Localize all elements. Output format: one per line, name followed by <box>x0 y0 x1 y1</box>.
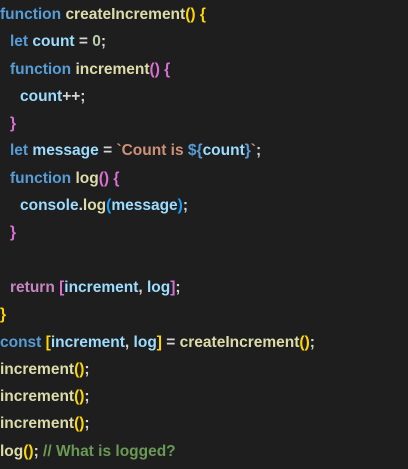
code-token: const <box>0 333 42 351</box>
code-token: count <box>32 33 75 51</box>
code-line: const [increment, log] = createIncrement… <box>0 329 408 356</box>
code-token: let <box>10 142 29 160</box>
code-line: } <box>0 219 408 246</box>
code-token: ; <box>84 388 90 406</box>
code-token: function <box>0 6 62 23</box>
code-line: increment(); <box>0 410 408 437</box>
code-token: ; <box>100 33 107 51</box>
code-line: function createIncrement() { <box>0 1 408 28</box>
code-token: 0 <box>92 33 101 51</box>
code-token: () <box>74 388 85 406</box>
code-token: return <box>10 278 55 296</box>
code-token: ; <box>84 415 90 433</box>
code-token: = <box>161 333 180 351</box>
code-line: } <box>0 110 408 137</box>
code-line: count++; <box>0 83 408 110</box>
code-line: } <box>0 301 408 328</box>
code-token: createIncrement <box>179 333 300 351</box>
code-token: () { <box>149 60 171 78</box>
code-token: ; <box>84 360 90 378</box>
code-token: = <box>74 33 93 51</box>
code-token: ; <box>255 142 262 160</box>
code-token: increment <box>0 415 75 433</box>
code-token: // What is logged? <box>43 442 176 460</box>
code-token: () { <box>98 169 120 187</box>
code-token: increment <box>0 388 75 406</box>
code-token: message <box>111 197 178 215</box>
code-token: () <box>74 360 85 378</box>
code-token: log <box>75 169 99 187</box>
code-line: function increment() { <box>0 56 408 83</box>
code-token: } <box>10 115 17 133</box>
code-token: () <box>299 333 310 351</box>
code-token: `Count is <box>116 142 188 160</box>
code-line: return [increment, log]; <box>0 274 408 301</box>
code-token: message <box>32 142 99 160</box>
code-token: count <box>20 87 63 105</box>
code-line: increment(); <box>0 383 408 410</box>
code-token: ++; <box>62 87 86 105</box>
code-token: function <box>10 169 72 187</box>
code-token: () <box>23 442 34 460</box>
code-line: increment(); <box>0 356 408 383</box>
code-token: increment <box>75 60 150 78</box>
code-token: ; <box>309 333 315 351</box>
code-line: let count = 0; <box>0 28 408 55</box>
code-editor[interactable]: function createIncrement() {let count = … <box>0 0 408 469</box>
code-line: log(); // What is logged? <box>0 438 408 465</box>
code-token: , <box>124 333 134 351</box>
code-token: log <box>133 333 157 351</box>
code-token: = <box>98 142 117 160</box>
code-line: function log() { <box>0 165 408 192</box>
code-token: increment <box>0 360 75 378</box>
code-token: increment <box>50 333 125 351</box>
code-token: increment <box>64 278 139 296</box>
code-token: ; <box>33 442 44 460</box>
code-token: } <box>0 306 7 324</box>
code-token: , <box>138 278 147 296</box>
code-token: ; <box>175 278 181 296</box>
code-token: () <box>74 415 85 433</box>
code-token: ${ <box>187 142 203 160</box>
code-lines: function createIncrement() {let count = … <box>0 1 408 465</box>
code-token: createIncrement <box>65 6 186 23</box>
code-token: function <box>10 60 72 78</box>
code-token: log <box>82 197 107 215</box>
code-token: log <box>0 442 24 460</box>
code-token: let <box>10 33 29 51</box>
code-token: () { <box>185 6 206 23</box>
code-token: log <box>147 278 171 296</box>
code-token: ; <box>182 197 189 215</box>
code-line: let message = `Count is ${count}`; <box>0 137 408 164</box>
code-line: console.log(message); <box>0 192 408 219</box>
code-token: console <box>20 197 79 215</box>
code-token: count <box>202 142 245 160</box>
code-token: } <box>10 224 17 242</box>
